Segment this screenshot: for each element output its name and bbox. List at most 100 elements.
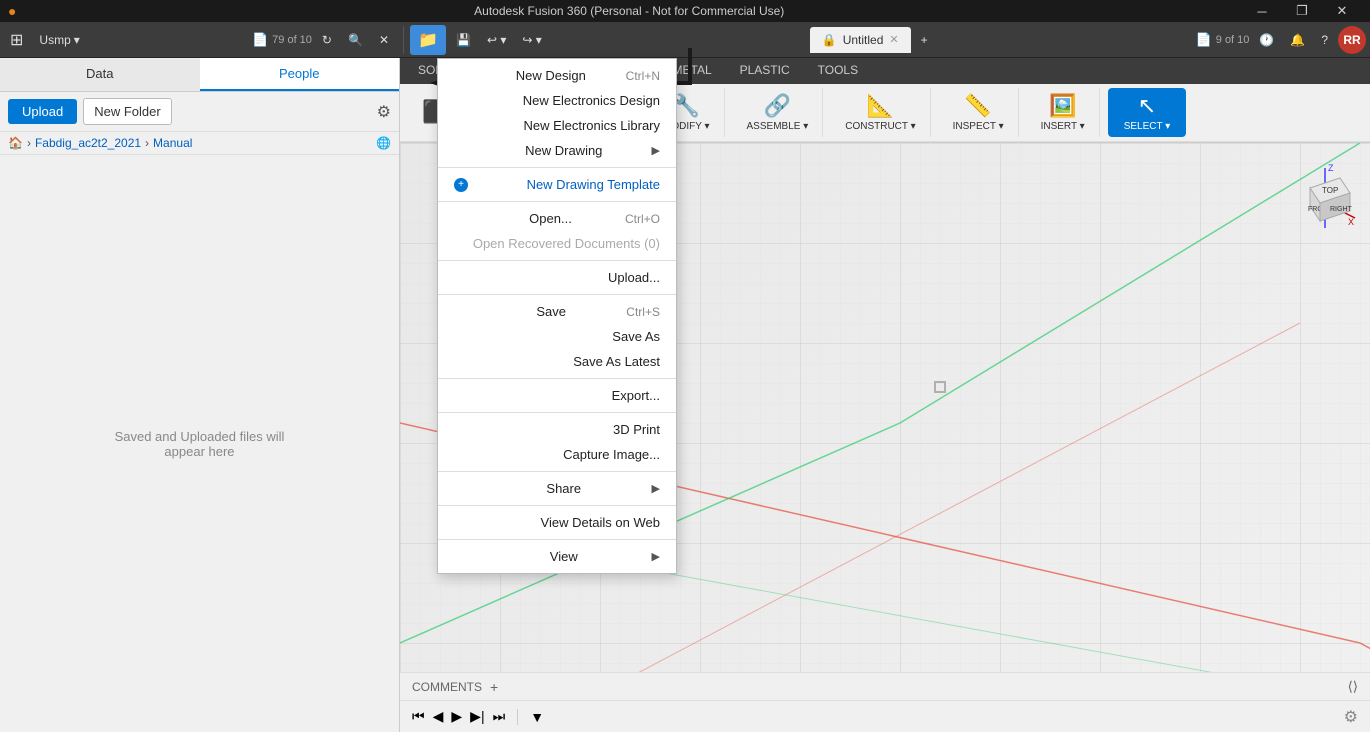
menu-item-label: Share bbox=[546, 481, 581, 496]
menu-item-label: Open... bbox=[529, 211, 572, 226]
settings-button[interactable]: ⚙ bbox=[377, 102, 391, 122]
minimize-button[interactable]: ─ bbox=[1242, 0, 1282, 22]
menu-item-shortcut: Ctrl+O bbox=[625, 212, 660, 226]
tab-plastic[interactable]: PLASTIC bbox=[726, 58, 804, 84]
left-counter: 79 of 10 bbox=[272, 34, 312, 46]
new-folder-button[interactable]: New Folder bbox=[83, 98, 171, 125]
grid-menu-button[interactable]: ⊞ bbox=[4, 26, 29, 54]
inspect-button[interactable]: 📏 INSPECT ▾ bbox=[947, 89, 1010, 136]
clock-button[interactable]: 🕐 bbox=[1253, 26, 1280, 54]
redo-button[interactable]: ↪ ▾ bbox=[516, 26, 547, 54]
menu-item-new-design[interactable]: New DesignCtrl+N bbox=[438, 63, 676, 88]
tab-close-icon[interactable]: ✕ bbox=[889, 33, 898, 46]
select-icon: ↖ bbox=[1138, 93, 1156, 119]
construct-button[interactable]: 📐 CONSTRUCT ▾ bbox=[839, 89, 921, 136]
add-tab-button[interactable]: + bbox=[915, 26, 934, 54]
insert-group: 🖼️ INSERT ▾ bbox=[1027, 88, 1100, 137]
people-tab[interactable]: People bbox=[200, 58, 400, 91]
user-avatar[interactable]: RR bbox=[1338, 26, 1366, 54]
usmp-button[interactable]: Usmp ▾ bbox=[33, 26, 85, 54]
nav-cube[interactable]: Z X TOP FRONT RIGHT bbox=[1290, 163, 1350, 223]
save-icon: 💾 bbox=[456, 33, 471, 47]
home-icon[interactable]: 🏠 bbox=[8, 136, 23, 150]
refresh-button-left[interactable]: ↻ bbox=[316, 26, 338, 54]
menu-separator bbox=[438, 505, 676, 506]
lock-icon: 🔒 bbox=[822, 33, 837, 47]
app-icon: ● bbox=[8, 3, 16, 19]
menu-item-export[interactable]: Export... bbox=[438, 383, 676, 408]
breadcrumb-item-1[interactable]: Fabdig_ac2t2_2021 bbox=[35, 136, 141, 150]
menu-item-save-as[interactable]: Save As bbox=[438, 324, 676, 349]
menu-separator bbox=[438, 167, 676, 168]
undo-button[interactable]: ↩ ▾ bbox=[481, 26, 512, 54]
data-tab[interactable]: Data bbox=[0, 58, 200, 91]
menu-item-label: Upload... bbox=[608, 270, 660, 285]
menu-item-view-details[interactable]: View Details on Web bbox=[438, 510, 676, 535]
panel-actions: Upload New Folder ⚙ bbox=[0, 92, 399, 132]
svg-text:X: X bbox=[1348, 217, 1354, 227]
active-doc-tab[interactable]: 🔒 Untitled ✕ bbox=[810, 27, 911, 53]
select-button[interactable]: ↖ SELECT ▾ bbox=[1118, 89, 1177, 136]
construct-icon: 📐 bbox=[867, 93, 894, 119]
upload-button[interactable]: Upload bbox=[8, 99, 77, 124]
expand-comments-button[interactable]: ⟨⟩ bbox=[1348, 679, 1358, 695]
title-bar: ● Autodesk Fusion 360 (Personal - Not fo… bbox=[0, 0, 1370, 22]
insert-button[interactable]: 🖼️ INSERT ▾ bbox=[1035, 89, 1091, 136]
help-button[interactable]: ? bbox=[1315, 26, 1334, 54]
menu-item-view[interactable]: View▶ bbox=[438, 544, 676, 569]
restore-button[interactable]: ❐ bbox=[1282, 0, 1322, 22]
title-bar-controls: ─ ❐ ✕ bbox=[1242, 0, 1362, 22]
play-button[interactable]: ▶ bbox=[451, 708, 462, 725]
title-bar-left: ● bbox=[8, 3, 16, 19]
menu-item-new-drawing[interactable]: New Drawing▶ bbox=[438, 138, 676, 163]
menu-item-save-as-latest[interactable]: Save As Latest bbox=[438, 349, 676, 374]
menu-item-label: New Design bbox=[516, 68, 586, 83]
menu-item-new-electronics-library[interactable]: New Electronics Library bbox=[438, 113, 676, 138]
usmp-label: Usmp bbox=[39, 33, 70, 47]
close-button[interactable]: ✕ bbox=[1322, 0, 1362, 22]
insert-icon: 🖼️ bbox=[1049, 93, 1076, 119]
file-menu-button[interactable]: 📁 bbox=[410, 25, 446, 55]
globe-icon[interactable]: 🌐 bbox=[376, 136, 391, 150]
file-dropdown-menu: New DesignCtrl+NNew Electronics Design Ne… bbox=[437, 58, 677, 574]
filter-button[interactable]: ▼ bbox=[530, 709, 544, 725]
breadcrumb-item-2[interactable]: Manual bbox=[153, 136, 192, 150]
new-item-icon: + bbox=[454, 178, 468, 192]
menu-item-new-electronics-design[interactable]: New Electronics Design bbox=[438, 88, 676, 113]
left-panel: Data People Upload New Folder ⚙ 🏠 › Fabd… bbox=[0, 58, 400, 732]
save-button[interactable]: 💾 bbox=[450, 26, 477, 54]
search-button-left[interactable]: 🔍 bbox=[342, 26, 369, 54]
menu-item-label: Export... bbox=[612, 388, 660, 403]
menu-item-label: Save As Latest bbox=[573, 354, 660, 369]
add-comment-button[interactable]: + bbox=[490, 679, 498, 695]
menu-separator bbox=[438, 260, 676, 261]
menu-item-3d-print[interactable]: 3D Print bbox=[438, 417, 676, 442]
skip-back-button[interactable]: ⏮ bbox=[412, 708, 425, 725]
menu-separator bbox=[438, 539, 676, 540]
menu-item-upload[interactable]: Upload... bbox=[438, 265, 676, 290]
menu-item-new-drawing-template[interactable]: +New Drawing Template bbox=[438, 172, 676, 197]
prev-button[interactable]: ◀ bbox=[433, 708, 444, 725]
assemble-group: 🔗 ASSEMBLE ▾ bbox=[733, 88, 824, 137]
close-panel-button[interactable]: ✕ bbox=[373, 26, 395, 54]
menu-item-capture-image[interactable]: Capture Image... bbox=[438, 442, 676, 467]
skip-forward-button[interactable]: ⏭ bbox=[493, 708, 506, 725]
tab-tools[interactable]: TOOLS bbox=[804, 58, 872, 84]
menu-item-share[interactable]: Share▶ bbox=[438, 476, 676, 501]
menu-item-label: New Electronics Library bbox=[523, 118, 660, 133]
assemble-icon: 🔗 bbox=[764, 93, 791, 119]
menu-item-label: New Drawing bbox=[525, 143, 602, 158]
svg-text:TOP: TOP bbox=[1322, 186, 1338, 195]
panel-content: Saved and Uploaded files will appear her… bbox=[0, 155, 399, 732]
notifications-button[interactable]: 🔔 bbox=[1284, 26, 1311, 54]
menu-separator bbox=[438, 471, 676, 472]
menu-item-label: Capture Image... bbox=[563, 447, 660, 462]
menu-item-open[interactable]: Open... Ctrl+O bbox=[438, 206, 676, 231]
assemble-button[interactable]: 🔗 ASSEMBLE ▾ bbox=[741, 89, 815, 136]
next-button[interactable]: ▶| bbox=[470, 708, 484, 725]
content-area: Data People Upload New Folder ⚙ 🏠 › Fabd… bbox=[0, 58, 1370, 732]
menu-item-save[interactable]: SaveCtrl+S bbox=[438, 299, 676, 324]
app-container: ● Autodesk Fusion 360 (Personal - Not fo… bbox=[0, 0, 1370, 732]
settings-bottom-button[interactable]: ⚙ bbox=[1344, 707, 1358, 727]
select-group: ↖ SELECT ▾ bbox=[1108, 88, 1187, 137]
